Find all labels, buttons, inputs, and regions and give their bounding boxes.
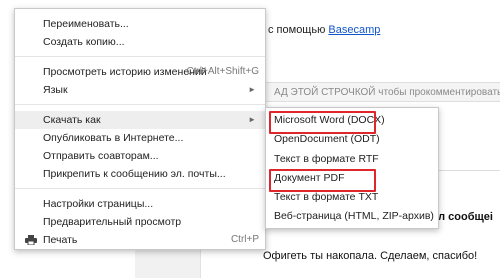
menu-item-shortcut: Ctrl+Alt+Shift+G xyxy=(186,66,259,77)
menu-item-download-as[interactable]: Скачать как ► xyxy=(15,111,265,129)
submenu-item-label: Документ PDF xyxy=(274,171,345,184)
document-message: Офигеть ты накопала. Сделаем, спасибо! xyxy=(263,250,478,262)
menu-item-label: Опубликовать в Интернете... xyxy=(43,132,184,144)
menu-item-rename[interactable]: Переименовать... xyxy=(15,15,265,33)
download-odt[interactable]: OpenDocument (ODT) xyxy=(266,130,438,149)
menu-item-label: Печать xyxy=(43,234,78,246)
menu-item-print[interactable]: Печать Ctrl+P xyxy=(15,231,265,249)
menu-item-attach-email[interactable]: Прикрепить к сообщению эл. почты... xyxy=(15,165,265,183)
basecamp-link[interactable]: Basecamp xyxy=(328,24,380,36)
menu-separator xyxy=(15,104,265,105)
menu-item-make-copy[interactable]: Создать копию... xyxy=(15,33,265,51)
comment-hint: АД ЭТОЙ СТРОЧКОЙ чтобы прокомментировать… xyxy=(274,87,500,98)
submenu-item-label: Microsoft Word (DOCX) xyxy=(274,114,385,126)
menu-separator xyxy=(15,188,265,189)
download-pdf[interactable]: Документ PDF xyxy=(266,168,438,193)
document-bold-text: ал сообщеі xyxy=(432,211,493,223)
menu-item-label: Просмотреть историю изменений xyxy=(43,66,207,78)
download-html[interactable]: Веб-страница (HTML, ZIP-архив) xyxy=(266,207,438,226)
menu-item-label: Отправить соавторам... xyxy=(43,150,159,162)
printer-icon xyxy=(25,235,37,245)
file-menu: Переименовать... Создать копию... Просмо… xyxy=(14,8,266,250)
download-txt[interactable]: Текст в формате TXT xyxy=(266,188,438,207)
menu-item-publish[interactable]: Опубликовать в Интернете... xyxy=(15,129,265,147)
menu-item-print-preview[interactable]: Предварительный просмотр xyxy=(15,213,265,231)
menu-item-label: Язык xyxy=(43,84,68,96)
submenu-item-label: OpenDocument (ODT) xyxy=(274,133,380,146)
menu-item-label: Скачать как xyxy=(43,114,101,126)
submenu-item-label: Текст в формате TXT xyxy=(274,191,379,204)
download-submenu: Microsoft Word (DOCX) OpenDocument (ODT)… xyxy=(265,107,439,229)
submenu-arrow-icon: ► xyxy=(248,85,256,94)
document-line: с помощью Basecamp xyxy=(268,24,380,36)
submenu-arrow-icon: ► xyxy=(248,115,256,124)
submenu-item-label: Веб-страница (HTML, ZIP-архив) xyxy=(274,210,434,223)
menu-item-label: Переименовать... xyxy=(43,18,129,30)
menu-item-label: Настройки страницы... xyxy=(43,198,154,210)
menu-item-language[interactable]: Язык ► xyxy=(15,81,265,99)
menu-item-shortcut: Ctrl+P xyxy=(230,234,259,245)
menu-item-label: Предварительный просмотр xyxy=(43,216,182,228)
menu-item-label: Создать копию... xyxy=(43,36,125,48)
menu-item-revision-history[interactable]: Просмотреть историю изменений Ctrl+Alt+S… xyxy=(15,63,265,81)
menu-item-label: Прикрепить к сообщению эл. почты... xyxy=(43,168,226,180)
menu-separator xyxy=(15,56,265,57)
document-line-prefix: с помощью xyxy=(268,24,329,36)
menu-item-page-setup[interactable]: Настройки страницы... xyxy=(15,195,265,213)
submenu-item-label: Текст в формате RTF xyxy=(274,152,379,165)
download-rtf[interactable]: Текст в формате RTF xyxy=(266,150,438,169)
menu-item-email-collaborators[interactable]: Отправить соавторам... xyxy=(15,147,265,165)
download-docx[interactable]: Microsoft Word (DOCX) xyxy=(266,111,438,135)
